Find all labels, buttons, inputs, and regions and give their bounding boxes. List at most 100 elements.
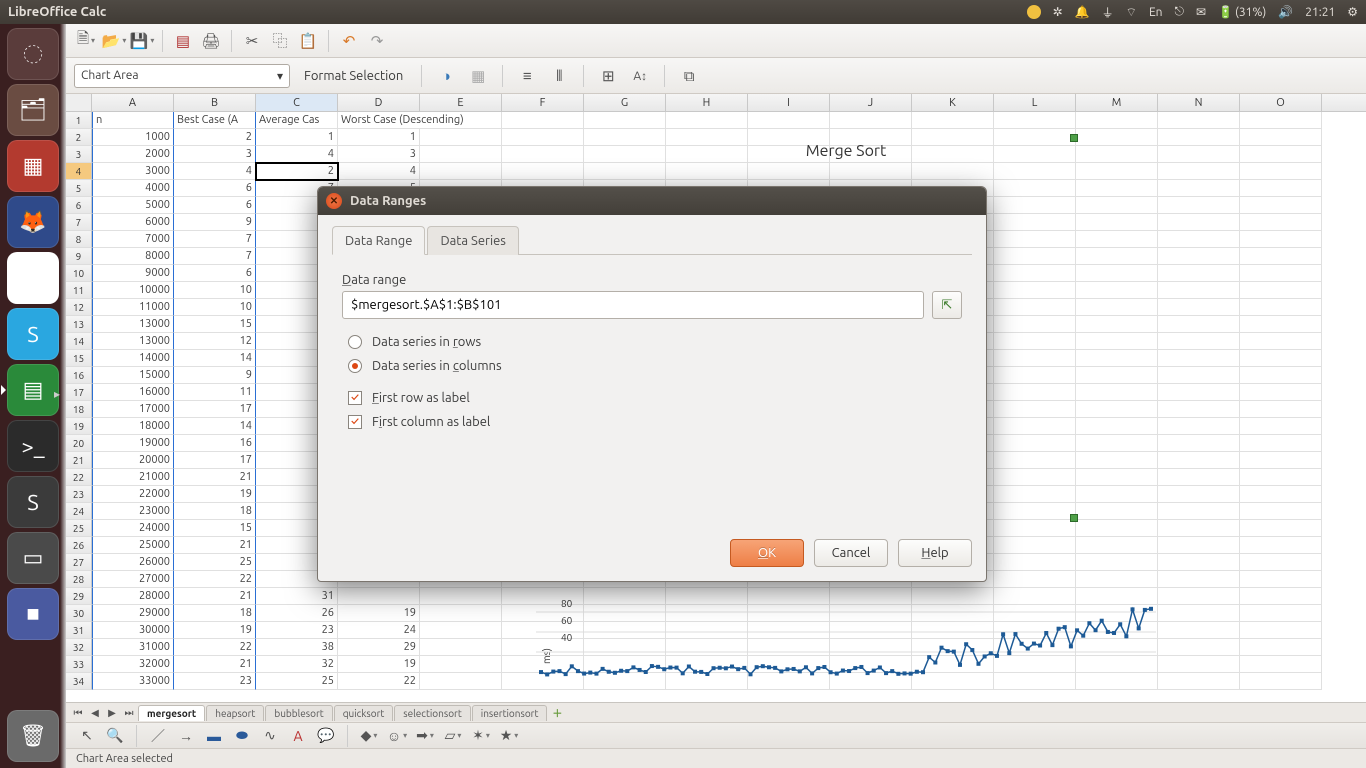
cell[interactable] (994, 248, 1076, 265)
cell[interactable] (1158, 248, 1240, 265)
cell[interactable] (994, 299, 1076, 316)
wifi-icon[interactable]: ⌔ (1126, 5, 1137, 20)
cell[interactable] (994, 265, 1076, 282)
pointer-icon[interactable]: ↖ (76, 726, 98, 746)
symbol-shapes-icon[interactable]: ☺ (386, 726, 408, 746)
ellipse-icon[interactable]: ⬬ (231, 726, 253, 746)
cell[interactable]: 5000 (92, 197, 174, 214)
sheet-tab[interactable]: mergesort (138, 705, 205, 721)
stars-icon[interactable]: ★ (498, 726, 520, 746)
cell[interactable] (1076, 384, 1158, 401)
tab-nav-next-icon[interactable]: ▶ (104, 707, 120, 719)
cell[interactable]: 4 (174, 163, 256, 180)
cell[interactable] (420, 656, 502, 673)
cell[interactable] (994, 214, 1076, 231)
cell[interactable] (1158, 316, 1240, 333)
cell[interactable] (1240, 282, 1322, 299)
row-header[interactable]: 23 (66, 486, 92, 503)
radio-columns[interactable] (348, 359, 362, 373)
shrink-range-icon[interactable]: ⇱ (932, 291, 962, 319)
check-first-row[interactable] (348, 391, 362, 405)
cell[interactable] (1076, 112, 1158, 129)
cut-icon[interactable]: ✂ (240, 29, 264, 53)
terminal-icon[interactable]: >_ (7, 420, 59, 472)
paste-icon[interactable]: 📋 (296, 29, 320, 53)
ok-button[interactable]: OKOK (730, 539, 804, 567)
callouts-icon[interactable]: ✶ (470, 726, 492, 746)
cell[interactable] (1158, 622, 1240, 639)
cell[interactable]: 28000 (92, 588, 174, 605)
sheet-tab[interactable]: selectionsort (394, 705, 470, 721)
system-indicators[interactable]: ✲ 🔔 ⏚ ⌔ En ⎋ ✉ 🔋(31%) 🔊 21:21 ⚙ (1027, 4, 1358, 21)
cell[interactable]: 9 (174, 367, 256, 384)
cell[interactable] (1076, 316, 1158, 333)
cell[interactable] (1240, 588, 1322, 605)
print-icon[interactable]: 🖨 (199, 29, 223, 53)
cell[interactable] (1158, 418, 1240, 435)
cell[interactable] (1240, 486, 1322, 503)
lang-indicator[interactable]: En (1149, 6, 1163, 19)
freeform-icon[interactable]: ∿ (259, 726, 281, 746)
row-header[interactable]: 6 (66, 197, 92, 214)
cell[interactable] (994, 197, 1076, 214)
cell[interactable] (994, 401, 1076, 418)
cell[interactable] (1240, 384, 1322, 401)
cell[interactable]: 1000 (92, 129, 174, 146)
cell[interactable] (1076, 469, 1158, 486)
cell[interactable] (994, 469, 1076, 486)
cell[interactable]: 21000 (92, 469, 174, 486)
cell[interactable]: 23 (256, 622, 338, 639)
cell[interactable]: 6 (174, 265, 256, 282)
row-header[interactable]: 1 (66, 112, 92, 129)
battery-icon[interactable]: 🔋(31%) (1218, 5, 1266, 19)
column-header[interactable]: H (666, 94, 748, 111)
cell[interactable] (1240, 214, 1322, 231)
open-icon[interactable]: 📂 (102, 29, 126, 53)
cell[interactable] (1158, 129, 1240, 146)
cell[interactable] (1240, 639, 1322, 656)
cell[interactable] (994, 486, 1076, 503)
cell[interactable] (1076, 520, 1158, 537)
sublime-icon[interactable]: S (7, 476, 59, 528)
cell[interactable]: 38 (256, 639, 338, 656)
cell[interactable]: 25000 (92, 537, 174, 554)
cell[interactable] (994, 282, 1076, 299)
cell[interactable] (1240, 622, 1322, 639)
cell[interactable] (1158, 112, 1240, 129)
cell[interactable]: 26 (256, 605, 338, 622)
cell[interactable] (1240, 197, 1322, 214)
cell[interactable]: Average Cas (256, 112, 338, 129)
tab-nav-last-icon[interactable]: ⏭ (121, 707, 137, 719)
cell[interactable] (420, 622, 502, 639)
cell[interactable]: 21 (174, 656, 256, 673)
cell[interactable] (1076, 418, 1158, 435)
cell[interactable] (994, 571, 1076, 588)
row-header[interactable]: 9 (66, 248, 92, 265)
cell[interactable]: 1 (338, 129, 420, 146)
cell[interactable]: 32 (256, 656, 338, 673)
calc-icon[interactable]: ▤▸ (7, 364, 59, 416)
cell[interactable] (584, 163, 666, 180)
cell[interactable] (912, 163, 994, 180)
cell[interactable]: 19 (174, 622, 256, 639)
row-header[interactable]: 20 (66, 435, 92, 452)
cell[interactable] (1076, 197, 1158, 214)
cell[interactable] (1158, 350, 1240, 367)
cell[interactable]: 6 (174, 180, 256, 197)
legend-icon[interactable]: A↕ (628, 64, 652, 88)
cell[interactable] (1158, 673, 1240, 690)
cell[interactable]: 13000 (92, 333, 174, 350)
row-header[interactable]: 18 (66, 401, 92, 418)
cell[interactable] (994, 554, 1076, 571)
cell[interactable]: 7 (174, 231, 256, 248)
cell[interactable] (1158, 503, 1240, 520)
block-arrows-icon[interactable]: ➡ (414, 726, 436, 746)
cell[interactable]: 31000 (92, 639, 174, 656)
cell[interactable]: 15 (174, 316, 256, 333)
grid-v-icon[interactable]: ⦀ (547, 64, 571, 88)
cell[interactable] (994, 537, 1076, 554)
close-icon[interactable]: ✕ (326, 193, 342, 209)
sheet-tab[interactable]: insertionsort (472, 705, 548, 721)
skype-icon[interactable]: S (7, 308, 59, 360)
cell[interactable] (420, 588, 502, 605)
